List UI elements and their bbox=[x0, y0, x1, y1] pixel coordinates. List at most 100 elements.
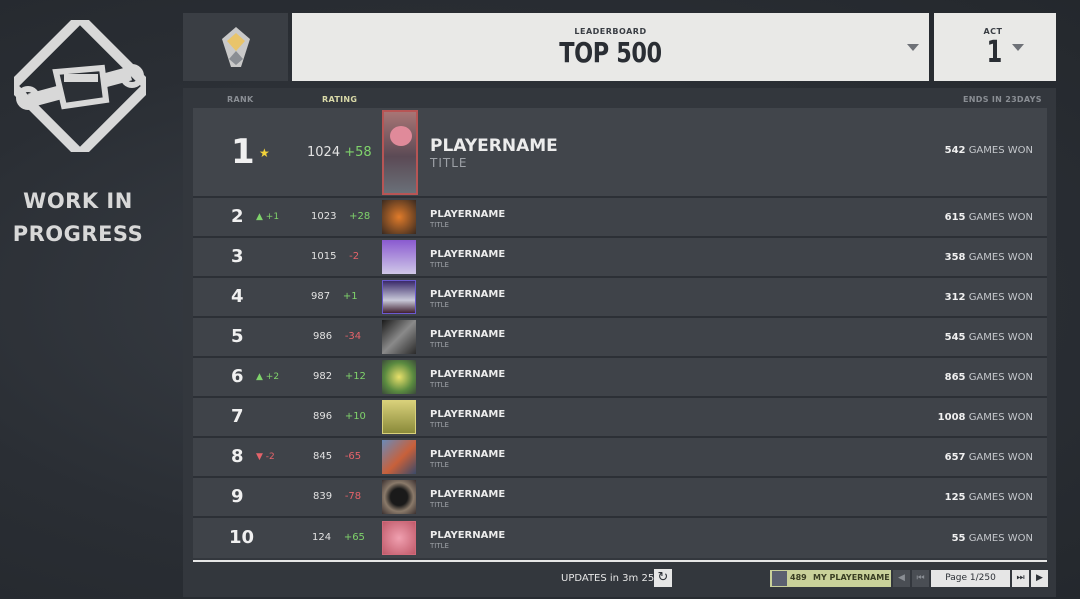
player-name: PLAYERNAME bbox=[430, 409, 506, 420]
player-name: PLAYERNAME bbox=[430, 209, 506, 220]
rating-delta: -34 bbox=[344, 331, 362, 342]
chevron-down-icon[interactable] bbox=[907, 44, 919, 51]
rank-emblem bbox=[183, 13, 288, 81]
table-row[interactable]: 5 986 -34 PLAYERNAME TITLE 545 GAMES WON bbox=[193, 318, 1047, 358]
table-row[interactable]: 6 ▲ +2 982 +12 PLAYERNAME TITLE 865 GAME… bbox=[193, 358, 1047, 398]
chevron-left-icon: ◀ bbox=[898, 573, 905, 583]
rating-delta: +28 bbox=[349, 211, 371, 222]
player-title: TITLE bbox=[430, 156, 468, 170]
rating-delta: +58 bbox=[344, 145, 372, 160]
games-won: 312 GAMES WON bbox=[945, 292, 1033, 303]
chevron-right-icon: ▶ bbox=[1036, 573, 1043, 583]
games-won-label: GAMES WON bbox=[968, 292, 1033, 303]
player-avatar bbox=[382, 200, 416, 234]
pig-avatar-icon bbox=[390, 126, 412, 146]
table-row[interactable]: 1 ★ 1024 +58 PLAYERNAME TITLE 542 GAMES … bbox=[193, 108, 1047, 198]
rank-change: ▲ +2 bbox=[256, 372, 279, 382]
rating-delta: -78 bbox=[344, 491, 362, 502]
games-won: 1008 GAMES WON bbox=[938, 412, 1033, 423]
next-page-button[interactable]: ▶ bbox=[1031, 570, 1048, 587]
player-title: TITLE bbox=[430, 501, 449, 509]
rank-number: 8 bbox=[231, 446, 244, 467]
table-row[interactable]: 10 124 +65 PLAYERNAME TITLE 55 GAMES WON bbox=[193, 518, 1047, 558]
player-avatar bbox=[382, 521, 416, 555]
rating-number: 1024 bbox=[307, 145, 341, 160]
table-row[interactable]: 3 1015 -2 PLAYERNAME TITLE 358 GAMES WON bbox=[193, 238, 1047, 278]
rating-value: 124 +65 bbox=[312, 532, 365, 543]
rank-number: 2 bbox=[231, 206, 244, 227]
player-title: TITLE bbox=[430, 261, 449, 269]
player-title: TITLE bbox=[430, 221, 449, 229]
player-avatar bbox=[382, 400, 416, 434]
games-won: 55 GAMES WON bbox=[952, 533, 1033, 544]
leaderboard-label: LEADERBOARD bbox=[574, 27, 647, 36]
rating-number: 1023 bbox=[311, 211, 337, 222]
games-won-label: GAMES WON bbox=[968, 492, 1033, 503]
player-title: TITLE bbox=[430, 301, 449, 309]
last-page-button[interactable]: ⏭ bbox=[1012, 570, 1029, 587]
leaderboard-selector[interactable]: LEADERBOARD TOP 500 bbox=[292, 13, 929, 81]
page-indicator: Page 1/250 bbox=[931, 570, 1010, 587]
rank-change: ▲ +1 bbox=[256, 212, 279, 222]
player-name: PLAYERNAME bbox=[430, 249, 506, 260]
chevron-down-icon[interactable] bbox=[1012, 44, 1024, 51]
games-won: 542 GAMES WON bbox=[945, 145, 1033, 156]
arrow-down-icon: ▼ bbox=[256, 452, 263, 462]
player-card-avatar bbox=[382, 110, 418, 195]
games-won-count: 358 bbox=[944, 252, 966, 263]
last-page-icon: ⏭ bbox=[1016, 573, 1025, 583]
games-won-label: GAMES WON bbox=[968, 252, 1033, 263]
player-name: PLAYERNAME bbox=[430, 530, 506, 541]
arrow-up-icon: ▲ bbox=[256, 372, 263, 382]
first-page-icon: ⏮ bbox=[916, 573, 925, 583]
rating-value: 896 +10 bbox=[313, 411, 366, 422]
rank-change-value: +2 bbox=[265, 372, 280, 382]
table-row[interactable]: 8 ▼ -2 845 -65 PLAYERNAME TITLE 657 GAME… bbox=[193, 438, 1047, 478]
my-player-avatar bbox=[772, 571, 787, 586]
table-row[interactable]: 4 987 +1 PLAYERNAME TITLE 312 GAMES WON bbox=[193, 278, 1047, 318]
arrow-up-icon: ▲ bbox=[256, 212, 263, 222]
games-won-label: GAMES WON bbox=[968, 533, 1033, 544]
table-row[interactable]: 7 896 +10 PLAYERNAME TITLE 1008 GAMES WO… bbox=[193, 398, 1047, 438]
player-title: TITLE bbox=[430, 461, 449, 469]
act-selector[interactable]: ACT 1 bbox=[934, 13, 1056, 81]
rank-number: 9 bbox=[231, 486, 244, 507]
games-won-count: 542 bbox=[944, 145, 966, 156]
table-bottom-divider bbox=[193, 560, 1047, 562]
my-player-name: MY PLAYERNAME bbox=[813, 573, 890, 582]
rating-value: 1015 -2 bbox=[311, 251, 359, 262]
rating-delta: +65 bbox=[343, 532, 365, 543]
rank-number: 1 bbox=[231, 132, 255, 172]
refresh-icon[interactable]: ↻ bbox=[654, 569, 672, 587]
rating-delta: +10 bbox=[344, 411, 366, 422]
wip-label: WORK IN PROGRESS bbox=[10, 185, 146, 251]
player-title: TITLE bbox=[430, 421, 449, 429]
rank-number: 7 bbox=[231, 406, 244, 427]
rating-value: 1024 +58 bbox=[307, 145, 372, 160]
first-page-button[interactable]: ⏮ bbox=[912, 570, 929, 587]
my-player-button[interactable]: 489 MY PLAYERNAME bbox=[770, 570, 891, 587]
player-name: PLAYERNAME bbox=[430, 329, 506, 340]
games-won-count: 615 bbox=[944, 212, 966, 223]
prev-page-button[interactable]: ◀ bbox=[893, 570, 910, 587]
player-avatar bbox=[382, 280, 416, 314]
player-title: TITLE bbox=[430, 542, 449, 550]
player-name: PLAYERNAME bbox=[430, 369, 506, 380]
player-avatar bbox=[382, 320, 416, 354]
games-won: 657 GAMES WON bbox=[945, 452, 1033, 463]
table-row[interactable]: 2 ▲ +1 1023 +28 PLAYERNAME TITLE 615 GAM… bbox=[193, 198, 1047, 238]
player-avatar bbox=[382, 360, 416, 394]
games-won: 545 GAMES WON bbox=[945, 332, 1033, 343]
games-won: 615 GAMES WON bbox=[945, 212, 1033, 223]
player-name: PLAYERNAME bbox=[430, 489, 506, 500]
star-icon: ★ bbox=[259, 146, 270, 160]
rank-number: 5 bbox=[231, 326, 244, 347]
table-row[interactable]: 9 839 -78 PLAYERNAME TITLE 125 GAMES WON bbox=[193, 478, 1047, 518]
games-won-label: GAMES WON bbox=[968, 372, 1033, 383]
my-player-rank: 489 bbox=[790, 573, 807, 582]
games-won: 125 GAMES WON bbox=[945, 492, 1033, 503]
games-won-count: 545 bbox=[944, 332, 966, 343]
rating-value: 986 -34 bbox=[313, 331, 361, 342]
rank-change: ▼ -2 bbox=[256, 452, 275, 462]
games-won-label: GAMES WON bbox=[968, 412, 1033, 423]
